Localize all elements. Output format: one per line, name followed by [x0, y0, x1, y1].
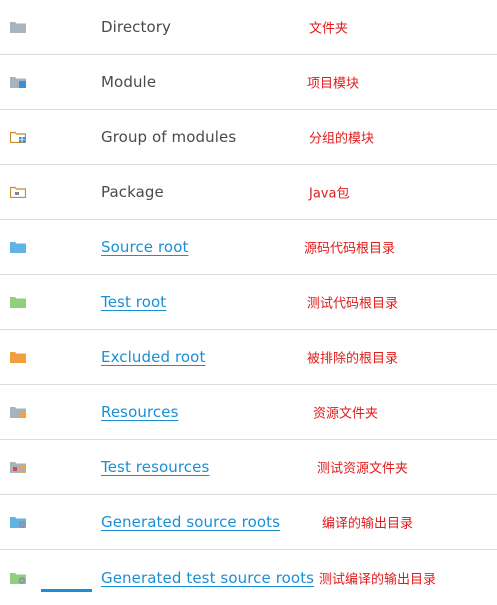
- test-root-link[interactable]: Test root: [101, 293, 166, 311]
- list-item-note: 测试资源文件夹: [317, 461, 409, 477]
- list-item-note: 编译的输出目录: [322, 516, 414, 532]
- test-resources-link[interactable]: Test resources: [101, 458, 209, 476]
- list-item-directory: Directory 文件夹: [0, 0, 497, 55]
- list-item-label: Group of modules: [101, 128, 237, 146]
- excluded-root-link[interactable]: Excluded root: [101, 348, 205, 366]
- test-resources-icon: [10, 462, 26, 473]
- test-root-icon: [10, 297, 26, 308]
- list-item-note: 被排除的根目录: [307, 351, 399, 367]
- list-item-note: 源码代码根目录: [304, 241, 396, 257]
- list-item-resources: Resources 资源文件夹: [0, 385, 497, 440]
- active-tab-indicator: [41, 589, 92, 592]
- source-root-icon: [10, 242, 26, 253]
- list-item-note: 分组的模块: [309, 131, 375, 147]
- generated-test-source-roots-link[interactable]: Generated test source roots: [101, 569, 314, 587]
- package-icon: [10, 186, 26, 198]
- group-of-modules-icon: [10, 131, 26, 143]
- resources-link[interactable]: Resources: [101, 403, 179, 421]
- folder-types-list: Directory 文件夹 Module 项目模块 Group of modul…: [0, 0, 497, 605]
- list-item-note: 测试编译的输出目录: [319, 572, 437, 587]
- generated-test-source-roots-icon: [10, 572, 26, 584]
- list-item-excluded-root: Excluded root 被排除的根目录: [0, 330, 497, 385]
- list-item-note: 文件夹: [309, 21, 349, 37]
- excluded-root-icon: [10, 352, 26, 363]
- list-item-label: Module: [101, 73, 157, 91]
- list-item-group-of-modules: Group of modules 分组的模块: [0, 110, 497, 165]
- list-item-package: Package Java包: [0, 165, 497, 220]
- resources-icon: [10, 407, 26, 418]
- list-item-label: Package: [101, 183, 164, 201]
- list-item-note: 资源文件夹: [313, 406, 379, 422]
- list-item-generated-test-source-roots: Generated test source roots 测试编译的输出目录: [0, 550, 497, 605]
- list-item-note: 项目模块: [307, 76, 360, 92]
- list-item-label: Directory: [101, 18, 172, 36]
- list-item-generated-source-roots: Generated source roots 编译的输出目录: [0, 495, 497, 550]
- list-item-source-root: Source root 源码代码根目录: [0, 220, 497, 275]
- directory-icon: [10, 22, 26, 33]
- module-icon: [10, 77, 26, 88]
- generated-source-roots-link[interactable]: Generated source roots: [101, 513, 280, 531]
- list-item-module: Module 项目模块: [0, 55, 497, 110]
- source-root-link[interactable]: Source root: [101, 238, 188, 256]
- list-item-test-resources: Test resources 测试资源文件夹: [0, 440, 497, 495]
- list-item-test-root: Test root 测试代码根目录: [0, 275, 497, 330]
- generated-source-roots-icon: [10, 517, 26, 528]
- list-item-note: Java包: [309, 186, 350, 202]
- list-item-note: 测试代码根目录: [307, 296, 399, 312]
